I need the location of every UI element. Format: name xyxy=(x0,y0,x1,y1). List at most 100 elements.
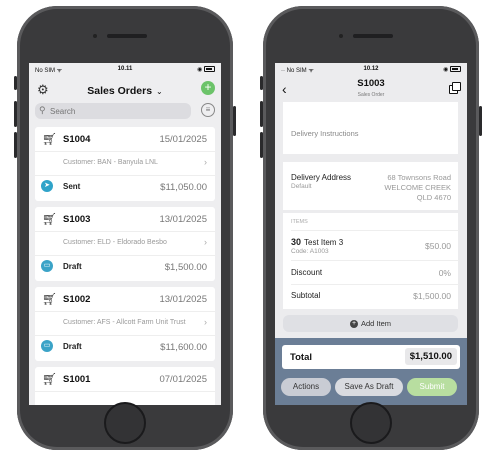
item-code: Code: A1003 xyxy=(291,248,329,255)
order-customer-row[interactable]: Customer: BAN - Banyula LNL › xyxy=(35,151,215,176)
draft-tray-icon: ▭ xyxy=(41,260,53,272)
nav-bar: ⚙ Sales Orders ⌄ + xyxy=(29,76,221,102)
search-bar[interactable]: ⚲ xyxy=(35,103,191,119)
page-subtitle: Sales Order xyxy=(357,92,385,98)
chevron-down-icon: ⌄ xyxy=(156,87,163,96)
order-customer: Customer: ELD - Eldorado Besbo xyxy=(63,239,167,246)
status-badge: Sent xyxy=(63,182,81,191)
status-bar: No SIM ᯤ 10.11 ◉ xyxy=(29,65,221,75)
order-card-s1001[interactable]: 🛒︎ S1001 07/01/2025 xyxy=(35,367,215,405)
order-header: 🛒︎ S1002 13/01/2025 xyxy=(35,287,215,312)
draft-tray-icon: ▭ xyxy=(41,340,53,352)
order-date: 15/01/2025 xyxy=(159,134,207,145)
total-label: Total xyxy=(290,352,312,363)
plus-icon: + xyxy=(204,80,212,94)
battery-icon xyxy=(450,66,461,73)
power-button xyxy=(479,106,482,136)
status-time: 10.12 xyxy=(363,66,379,72)
phone-frame-left: No SIM ᯤ 10.11 ◉ ⚙ Sales Orders⌄ + ⚲ ≡ 🛒… xyxy=(14,6,236,450)
order-date: 07/01/2025 xyxy=(159,374,207,385)
order-date: 13/01/2025 xyxy=(159,294,207,305)
order-customer: Customer: BAN - Banyula LNL xyxy=(63,159,158,166)
order-customer-row[interactable]: Customer: ELD - Eldorado Besbo › xyxy=(35,231,215,256)
order-header: 🛒︎ S1004 15/01/2025 xyxy=(35,127,215,152)
delivery-address-label: Delivery Address xyxy=(291,173,352,182)
items-header: ITEMS xyxy=(291,219,308,225)
submit-button[interactable]: Submit xyxy=(407,378,457,396)
mute-switch xyxy=(14,76,17,90)
order-date: 13/01/2025 xyxy=(159,214,207,225)
sales-orders-screen: No SIM ᯤ 10.11 ◉ ⚙ Sales Orders⌄ + ⚲ ≡ 🛒… xyxy=(29,63,221,405)
top-bezel xyxy=(263,6,479,63)
plus-circle-icon: + xyxy=(349,320,358,329)
item-price: $50.00 xyxy=(425,241,451,251)
mute-switch xyxy=(260,76,263,90)
chevron-right-icon: › xyxy=(204,157,207,167)
volume-down-button xyxy=(14,132,17,158)
status-badge: Draft xyxy=(63,262,82,271)
cart-icon: 🛒︎ xyxy=(42,132,58,146)
top-bezel xyxy=(17,6,233,63)
delivery-address-value: 68 Townsons Road WELCOME CREEK QLD 4670 xyxy=(384,173,451,202)
divider xyxy=(291,284,459,285)
total-value: $1,510.00 xyxy=(404,348,457,365)
paper-plane-icon: ➤ xyxy=(41,180,53,192)
save-as-draft-button[interactable]: Save As Draft xyxy=(335,378,403,396)
copy-icon[interactable] xyxy=(449,82,461,94)
search-input[interactable] xyxy=(50,104,186,118)
phone-frame-right: ·· No SIM ᯤ 10.12 ◉ ‹ S1003 Sales Order … xyxy=(260,6,482,450)
page-title[interactable]: Sales Orders ⌄ xyxy=(29,85,221,97)
item-name: Test Item 3 xyxy=(304,238,344,247)
order-customer: Customer: AFS - Allcott Farm Unit Trust xyxy=(63,319,186,326)
sales-order-detail-screen: ·· No SIM ᯤ 10.12 ◉ ‹ S1003 Sales Order … xyxy=(275,63,467,405)
filter-icon[interactable]: ≡ xyxy=(201,103,215,117)
earpiece-speaker xyxy=(107,34,147,38)
cart-icon: 🛒︎ xyxy=(42,292,58,306)
divider xyxy=(291,230,459,231)
front-camera xyxy=(93,34,97,38)
add-order-button[interactable]: + xyxy=(201,81,215,95)
nav-bar: ‹ S1003 Sales Order xyxy=(275,75,467,101)
volume-up-button xyxy=(14,101,17,127)
discount-value[interactable]: 0% xyxy=(439,268,451,278)
battery-icon xyxy=(204,66,215,73)
power-button xyxy=(233,106,236,136)
order-status-row: ▭ Draft $11,600.00 xyxy=(35,335,215,359)
earpiece-speaker xyxy=(353,34,393,38)
order-number: S1004 xyxy=(63,134,91,145)
volume-up-button xyxy=(260,101,263,127)
subtotal-value: $1,500.00 xyxy=(413,291,451,301)
order-status-row: ▭ Draft $1,500.00 xyxy=(35,255,215,279)
divider xyxy=(291,260,459,261)
search-icon: ⚲ xyxy=(39,105,46,115)
item-quantity: 30 xyxy=(291,237,302,247)
order-amount: $11,050.00 xyxy=(160,182,207,193)
add-item-button[interactable]: + Add Item xyxy=(283,315,458,332)
line-item[interactable]: 30 Test Item 3 xyxy=(291,237,343,247)
order-card-s1004[interactable]: 🛒︎ S1004 15/01/2025 Customer: BAN - Bany… xyxy=(35,127,215,201)
subtotal-label: Subtotal xyxy=(291,291,321,300)
order-header: 🛒︎ S1003 13/01/2025 xyxy=(35,207,215,232)
add-item-label: Add Item xyxy=(360,319,391,328)
order-card-s1002[interactable]: 🛒︎ S1002 13/01/2025 Customer: AFS - Allc… xyxy=(35,287,215,361)
order-header: 🛒︎ S1001 07/01/2025 xyxy=(35,367,215,392)
volume-down-button xyxy=(260,132,263,158)
page-title: S1003 xyxy=(357,78,385,89)
home-button[interactable] xyxy=(104,402,146,444)
status-badge: Draft xyxy=(63,342,82,351)
front-camera xyxy=(339,34,343,38)
total-bar: Total $1,510.00 xyxy=(282,345,460,369)
order-card-s1003[interactable]: 🛒︎ S1003 13/01/2025 Customer: ELD - Eldo… xyxy=(35,207,215,281)
battery-indicator: ◉ xyxy=(197,66,215,73)
discount-label: Discount xyxy=(291,268,323,277)
cart-icon: 🛒︎ xyxy=(42,212,58,226)
home-button[interactable] xyxy=(350,402,392,444)
order-amount: $1,500.00 xyxy=(164,262,207,273)
delivery-instructions-field[interactable]: Delivery Instructions xyxy=(291,129,359,138)
order-customer-row[interactable]: Customer: AFS - Allcott Farm Unit Trust … xyxy=(35,311,215,336)
actions-button[interactable]: Actions xyxy=(281,378,331,396)
delivery-instructions-card[interactable] xyxy=(283,102,458,154)
status-bar: ·· No SIM ᯤ 10.12 ◉ xyxy=(275,65,467,75)
cart-icon: 🛒︎ xyxy=(42,372,58,386)
chevron-right-icon: › xyxy=(204,317,207,327)
